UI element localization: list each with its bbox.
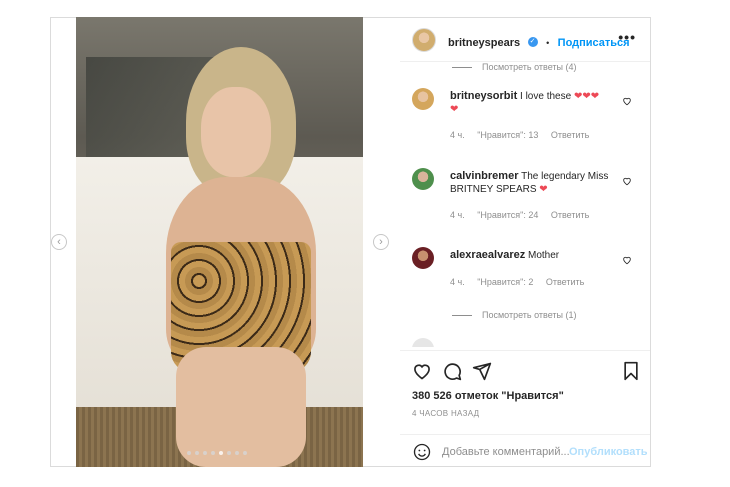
like-comment-icon[interactable] xyxy=(622,176,632,186)
commenter-username[interactable]: britneysorbit xyxy=(450,90,517,102)
author-avatar[interactable] xyxy=(412,28,436,52)
commenter-avatar[interactable] xyxy=(412,88,434,110)
carousel-dot xyxy=(235,451,239,455)
add-comment-bar: Добавьте комментарий... Опубликовать xyxy=(400,434,650,469)
carousel-dot xyxy=(227,451,231,455)
comments-list: Посмотреть ответы (4) britneysorbit I lo… xyxy=(400,62,650,347)
comment-likes[interactable]: "Нравится": 2 xyxy=(477,277,533,287)
carousel-dot xyxy=(219,451,223,455)
carousel-dot xyxy=(187,451,191,455)
commenter-avatar[interactable] xyxy=(412,247,434,269)
like-comment-icon[interactable] xyxy=(622,96,632,106)
post-time: 4 ЧАСОВ НАЗАД xyxy=(412,409,480,418)
publish-button[interactable]: Опубликовать xyxy=(569,446,648,458)
likes-count[interactable]: 380 526 отметок "Нравится" xyxy=(412,390,564,402)
carousel-dot xyxy=(203,451,207,455)
comment-time: 4 ч. xyxy=(450,277,465,287)
post-actions: 380 526 отметок "Нравится" 4 ЧАСОВ НАЗАД… xyxy=(400,350,650,468)
heart-emoji-icon: ❤ xyxy=(539,184,548,195)
verified-badge-icon: ✓ xyxy=(527,36,538,47)
comment-text: I love these xyxy=(520,91,572,102)
post-image[interactable] xyxy=(76,17,363,467)
comment-meta: 4 ч. "Нравится": 24 Ответить xyxy=(450,210,599,220)
share-send-icon[interactable] xyxy=(472,361,492,381)
carousel-next-button[interactable]: › xyxy=(373,234,389,250)
comment-meta: 4 ч. "Нравится": 13 Ответить xyxy=(450,130,599,140)
author-username[interactable]: britneyspears xyxy=(448,37,520,49)
view-replies-link[interactable]: Посмотреть ответы (1) xyxy=(452,310,577,320)
comment-text: Mother xyxy=(528,250,560,261)
like-heart-icon[interactable] xyxy=(412,361,432,381)
reply-button[interactable]: Ответить xyxy=(551,210,589,220)
comment-likes[interactable]: "Нравится": 24 xyxy=(477,210,538,220)
comment-time: 4 ч. xyxy=(450,130,465,140)
view-replies-link[interactable]: Посмотреть ответы (4) xyxy=(452,62,577,72)
comment-meta: 4 ч. "Нравится": 2 Ответить xyxy=(450,277,594,287)
carousel-prev-button[interactable]: ‹ xyxy=(51,234,67,250)
carousel-dot xyxy=(195,451,199,455)
post-header: britneyspears ✓ • Подписаться ••• xyxy=(400,17,650,62)
emoji-icon[interactable] xyxy=(413,443,431,461)
commenter-avatar[interactable] xyxy=(412,168,434,190)
carousel-dots xyxy=(187,451,247,455)
post-sidebar: britneyspears ✓ • Подписаться ••• Посмот… xyxy=(400,17,650,467)
reply-button[interactable]: Ответить xyxy=(546,277,584,287)
like-comment-icon[interactable] xyxy=(622,255,632,265)
comment-time: 4 ч. xyxy=(450,210,465,220)
reply-button[interactable]: Ответить xyxy=(551,130,589,140)
more-options-icon[interactable]: ••• xyxy=(618,29,636,45)
comment-likes[interactable]: "Нравится": 13 xyxy=(477,130,538,140)
comment-item: alexraealvarez Mother 4 ч. "Нравится": 2… xyxy=(412,247,642,297)
commenter-avatar[interactable] xyxy=(412,338,434,347)
comment-input[interactable]: Добавьте комментарий... xyxy=(442,446,570,458)
comment-item: calvinbremer The legendary Miss BRITNEY … xyxy=(412,168,642,228)
carousel-dot xyxy=(211,451,215,455)
bookmark-icon[interactable] xyxy=(622,361,640,381)
comment-item: britneysorbit I love these ❤❤❤ ❤ 4 ч. "Н… xyxy=(412,88,642,148)
comment-bubble-icon[interactable] xyxy=(442,361,462,381)
carousel-dot xyxy=(243,451,247,455)
commenter-username[interactable]: alexraealvarez xyxy=(450,249,525,261)
commenter-username[interactable]: calvinbremer xyxy=(450,170,518,182)
